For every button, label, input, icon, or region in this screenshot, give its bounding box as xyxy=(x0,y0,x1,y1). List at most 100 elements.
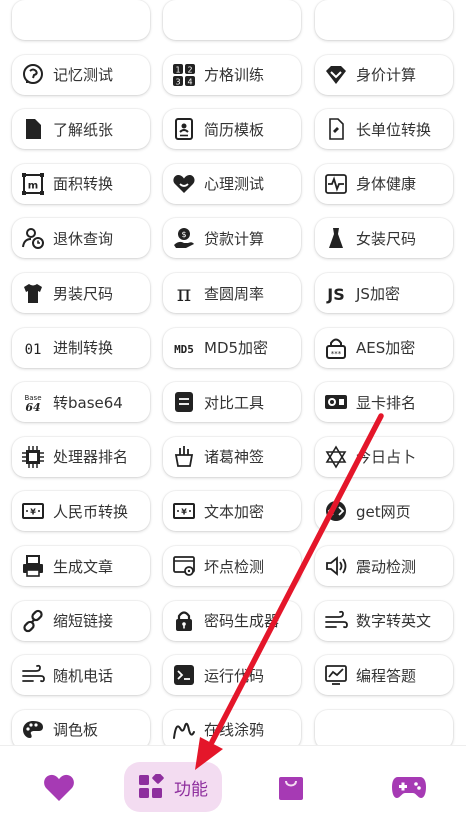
feature-card-grid-training[interactable]: 1 2 3 4 方格训练 xyxy=(163,54,301,95)
feature-label: 今日占卜 xyxy=(356,448,417,467)
feature-card-today-divination[interactable]: 今日占卜 xyxy=(315,436,453,477)
feature-card-partial-2[interactable] xyxy=(163,0,301,40)
feature-label: 在线涂鸦 xyxy=(204,721,265,740)
partial-icon xyxy=(21,8,45,32)
feature-card-hidden-slot[interactable] xyxy=(315,709,453,745)
feature-label: 面积转换 xyxy=(53,175,114,194)
feature-label: 心理测试 xyxy=(204,175,265,194)
feature-card-value-calc[interactable]: 身价计算 xyxy=(315,54,453,95)
feature-card-run-code[interactable]: 运行代码 xyxy=(163,655,301,696)
feature-card-cpu-rank[interactable]: 处理器排名 xyxy=(12,436,150,477)
feature-card-md5-encrypt[interactable]: MD5 MD5加密 xyxy=(163,327,301,368)
feature-card-zhuge-lots[interactable]: 诸葛神签 xyxy=(163,436,301,477)
feature-card-partial-3[interactable] xyxy=(315,0,453,40)
feature-card-password-gen[interactable]: 密码生成器 xyxy=(163,600,301,641)
speaker-icon xyxy=(324,554,348,578)
app-screen: 记忆测试 1 2 3 4 方格训练 身价计算了解纸张 简历模板 长单位转换 m 面积转换 心理测试 身体… xyxy=(0,0,466,830)
hand-money-icon: $ xyxy=(172,226,196,250)
feature-label: 女装尺码 xyxy=(356,229,417,248)
feature-label: JS加密 xyxy=(356,284,400,303)
feature-card-short-link[interactable]: 缩短链接 xyxy=(12,600,150,641)
feature-card-base-convert[interactable]: 01 进制转换 xyxy=(12,327,150,368)
heart-smile-icon xyxy=(172,172,196,196)
svg-text:64: 64 xyxy=(25,401,40,414)
tab-games[interactable] xyxy=(384,762,434,812)
feature-card-loan-calc[interactable]: $ 贷款计算 xyxy=(163,218,301,259)
feature-label: 转base64 xyxy=(53,393,123,412)
link-icon xyxy=(21,609,45,633)
feature-label: 了解纸张 xyxy=(53,120,114,139)
heart-icon xyxy=(43,772,75,802)
feature-label: get网页 xyxy=(356,502,411,521)
feature-card-code-quiz[interactable]: 编程答题 xyxy=(315,655,453,696)
lock-text-icon: *** xyxy=(324,336,348,360)
fortune-icon xyxy=(172,445,196,469)
feature-card-dead-pixel[interactable]: 坏点检测 xyxy=(163,546,301,586)
feature-card-body-health[interactable]: 身体健康 xyxy=(315,163,453,204)
binary-icon: 01 xyxy=(21,336,45,360)
feature-card-memory-test[interactable]: 记忆测试 xyxy=(12,54,150,95)
feature-card-area-convert[interactable]: m 面积转换 xyxy=(12,163,150,204)
feature-card-women-size[interactable]: 女装尺码 xyxy=(315,218,453,259)
feature-card-base64[interactable]: Base 64 转base64 xyxy=(12,382,150,423)
feature-card-num-to-english[interactable]: 数字转英文 xyxy=(315,600,453,641)
feature-label: 坏点检测 xyxy=(204,557,265,576)
feature-card-get-webpage[interactable]: get网页 xyxy=(315,491,453,532)
tab-features[interactable]: 功能 xyxy=(124,762,222,812)
banknote-icon: ¥ xyxy=(21,499,45,523)
area-icon: m xyxy=(21,172,45,196)
bottom-tab-bar: 功能 xyxy=(0,745,466,830)
feature-label: 随机电话 xyxy=(53,666,114,685)
terminal-icon xyxy=(172,663,196,687)
feature-label: 进制转换 xyxy=(53,339,114,358)
feature-label: 数字转英文 xyxy=(356,612,432,631)
gpu-icon xyxy=(324,390,348,414)
feature-card-aes-encrypt[interactable]: *** AES加密 xyxy=(315,327,453,368)
feature-label: 显卡排名 xyxy=(356,393,417,412)
feature-card-length-convert[interactable]: 长单位转换 xyxy=(315,109,453,150)
feature-card-js-encrypt[interactable]: JS JS加密 xyxy=(315,273,453,313)
printer-icon xyxy=(21,554,45,578)
diamond-icon xyxy=(324,63,348,87)
feature-label: 简历模板 xyxy=(204,120,265,139)
compare-icon xyxy=(172,390,196,414)
svg-text:m: m xyxy=(28,180,38,191)
feature-card-psych-test[interactable]: 心理测试 xyxy=(163,163,301,204)
bag-icon xyxy=(276,772,306,802)
feature-label: 身体健康 xyxy=(356,175,417,194)
tab-shop[interactable] xyxy=(266,762,316,812)
feature-card-palette[interactable]: 调色板 xyxy=(12,709,150,745)
feature-card-retire-query[interactable]: 退休查询 xyxy=(12,218,150,259)
feature-card-rmb-convert[interactable]: ¥ 人民币转换 xyxy=(12,491,150,532)
feature-label: 方格训练 xyxy=(204,66,265,85)
svg-text:1: 1 xyxy=(175,65,180,74)
scribble-icon xyxy=(172,718,196,742)
feature-card-paper-size[interactable]: 了解纸张 xyxy=(12,109,150,150)
feature-card-random-phone[interactable]: 随机电话 xyxy=(12,655,150,696)
tshirt-icon xyxy=(21,281,45,305)
feature-label: AES加密 xyxy=(356,339,416,358)
svg-text:¥: ¥ xyxy=(30,508,36,517)
feature-card-partial-1[interactable] xyxy=(12,0,150,40)
feature-card-men-size[interactable]: 男装尺码 xyxy=(12,273,150,313)
pi-icon: π xyxy=(172,281,196,305)
feature-card-online-doodle[interactable]: 在线涂鸦 xyxy=(163,709,301,745)
feature-card-vibration-test[interactable]: 震动检测 xyxy=(315,546,453,586)
feature-card-text-encrypt[interactable]: ¥ 文本加密 xyxy=(163,491,301,532)
feature-label: 调色板 xyxy=(53,721,99,740)
feature-card-pi-lookup[interactable]: π 查圆周率 xyxy=(163,273,301,313)
feature-label: 密码生成器 xyxy=(204,612,280,631)
tab-favorites[interactable] xyxy=(34,762,84,812)
wind-icon xyxy=(21,663,45,687)
partial-icon xyxy=(324,718,348,742)
feature-card-resume-template[interactable]: 简历模板 xyxy=(163,109,301,150)
code-circle-icon xyxy=(324,499,348,523)
lock-icon xyxy=(172,609,196,633)
svg-text:$: $ xyxy=(181,230,186,239)
person-clock-icon xyxy=(21,226,45,250)
svg-text:¥: ¥ xyxy=(181,508,187,517)
feature-card-gpu-rank[interactable]: 显卡排名 xyxy=(315,382,453,423)
partial-icon xyxy=(172,8,196,32)
feature-card-gen-article[interactable]: 生成文章 xyxy=(12,546,150,586)
feature-card-compare-tool[interactable]: 对比工具 xyxy=(163,382,301,423)
